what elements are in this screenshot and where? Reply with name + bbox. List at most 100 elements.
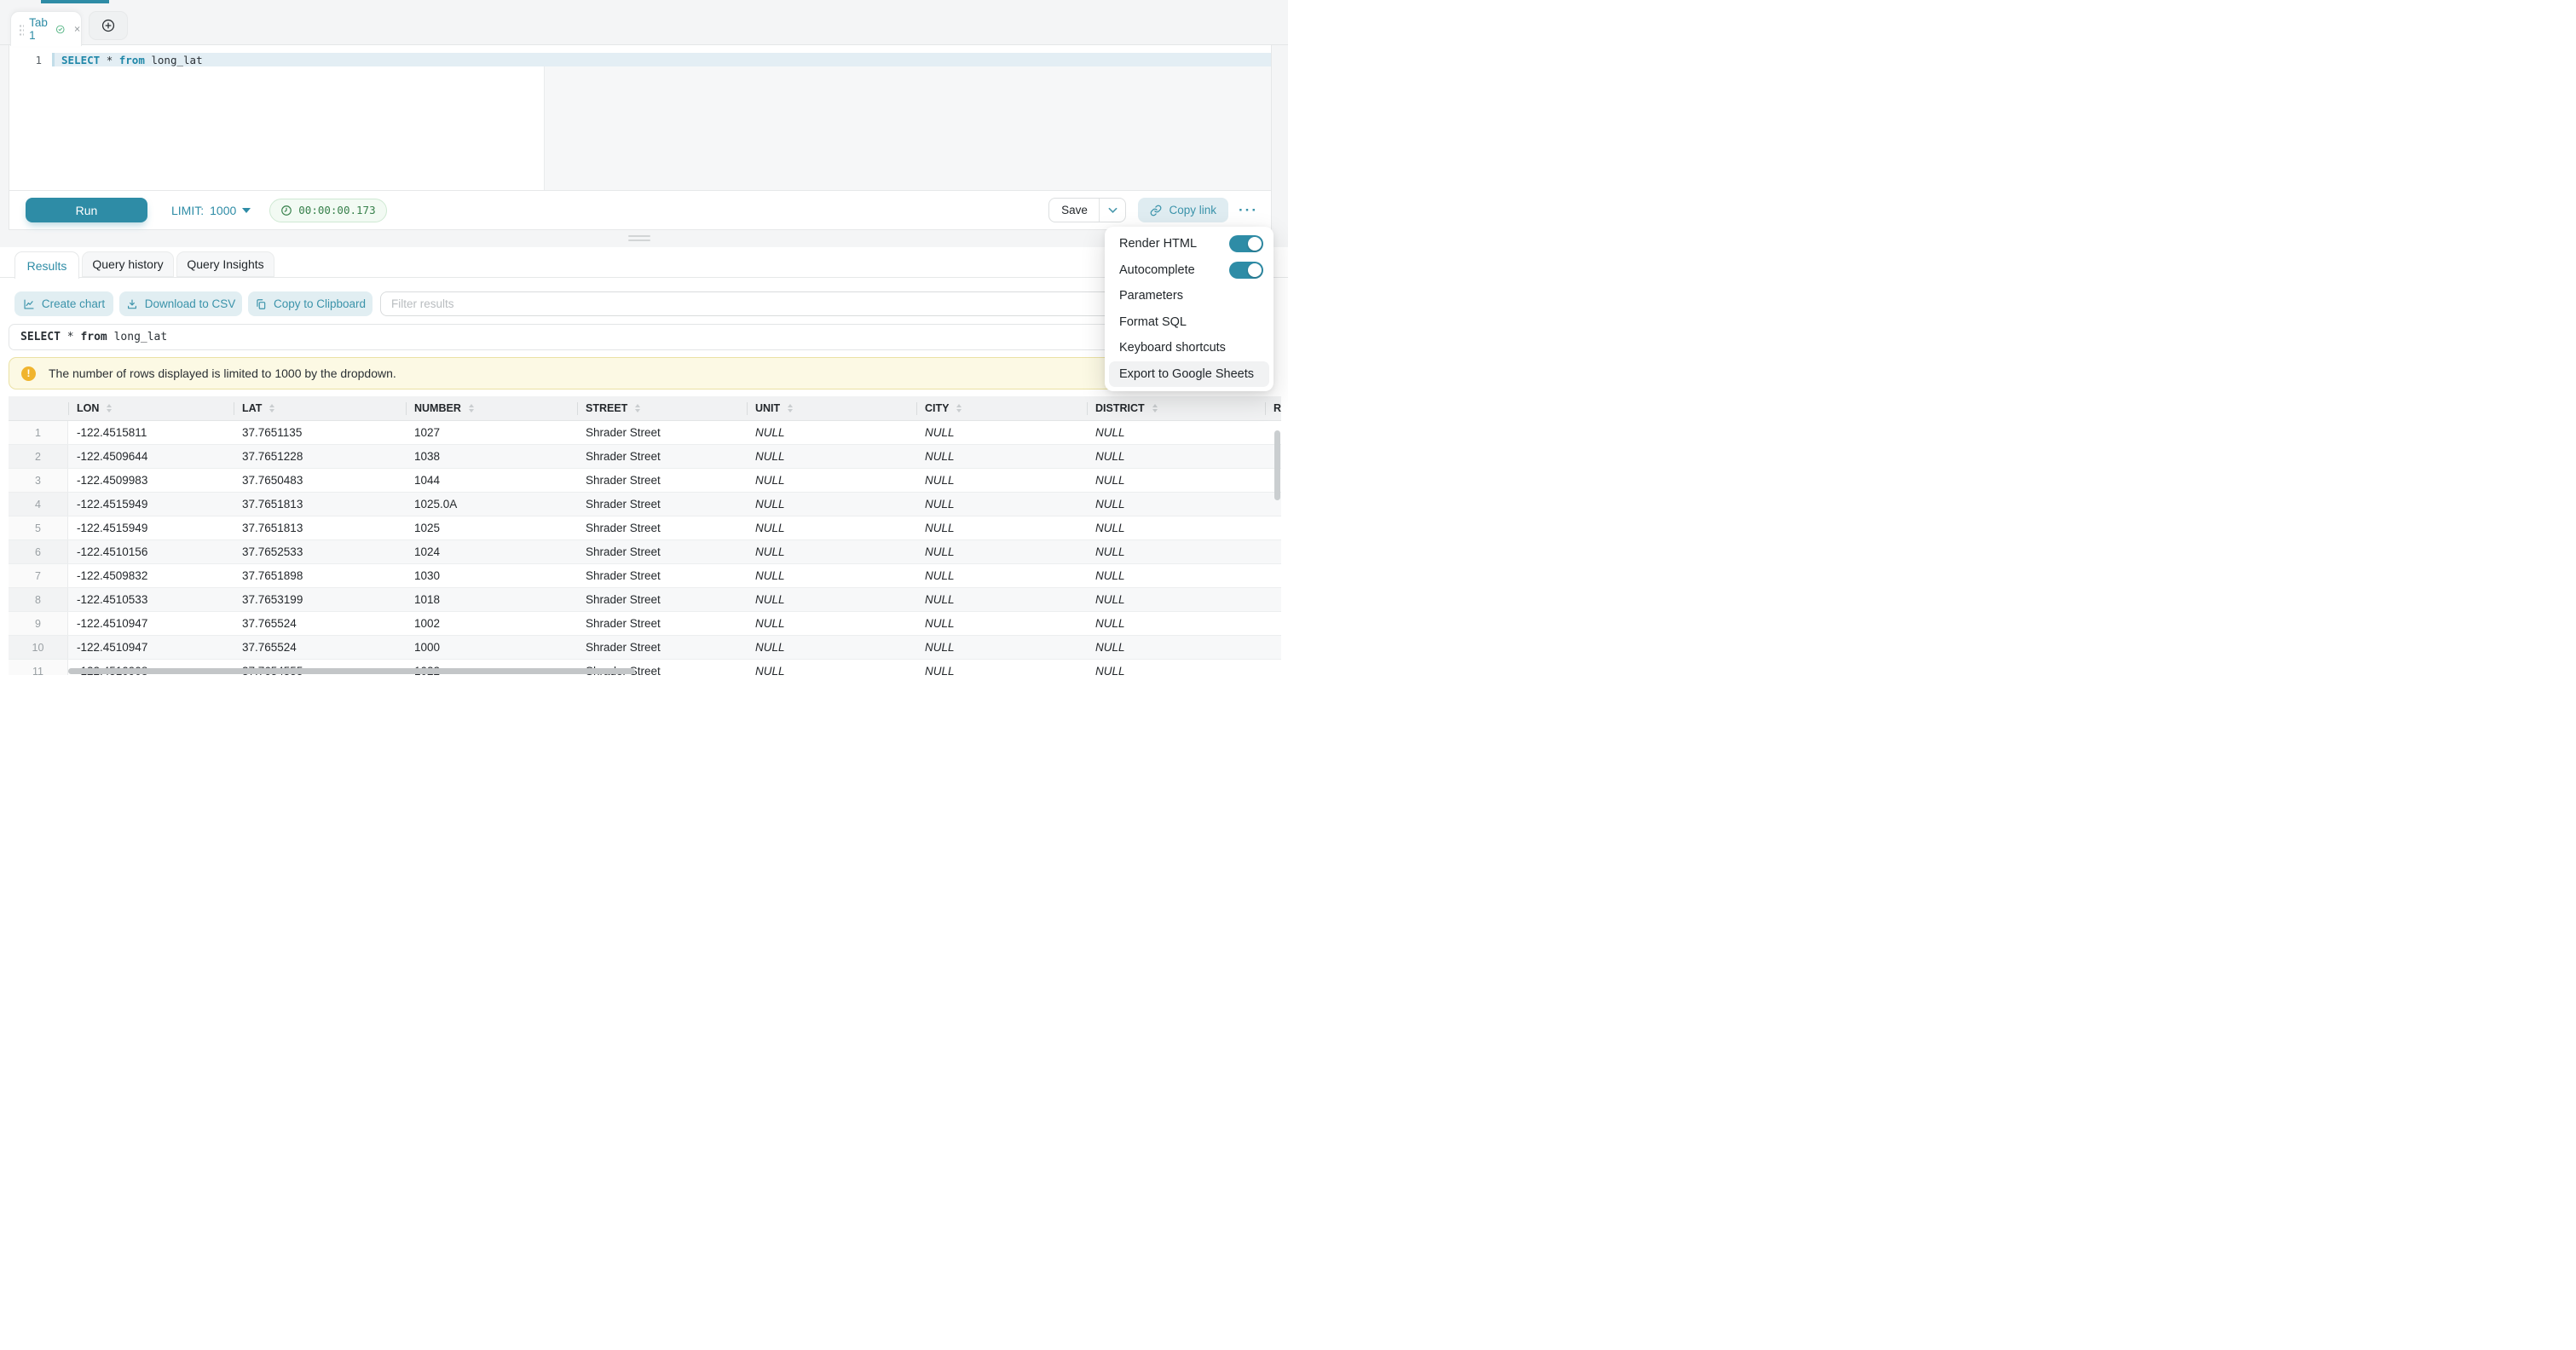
table-cell: 1024 bbox=[406, 540, 577, 563]
column-header-lon[interactable]: LON bbox=[68, 396, 234, 420]
check-circle-icon bbox=[55, 23, 65, 36]
sort-arrows-icon[interactable] bbox=[788, 404, 793, 412]
column-header-re[interactable]: RE bbox=[1265, 396, 1281, 420]
tab-query-history[interactable]: Query history bbox=[82, 251, 174, 277]
table-cell: Shrader Street bbox=[577, 540, 747, 563]
toggle-render-html-on[interactable] bbox=[1229, 235, 1263, 252]
menu-item-label: Export to Google Sheets bbox=[1119, 367, 1254, 381]
sort-arrows-icon[interactable] bbox=[956, 404, 962, 412]
column-header-unit[interactable]: UNIT bbox=[747, 396, 916, 420]
menu-item-parameters[interactable]: Parameters bbox=[1105, 283, 1274, 309]
column-header-label: DISTRICT bbox=[1095, 402, 1145, 414]
table-cell: 1000 bbox=[406, 636, 577, 659]
table-cell: NULL bbox=[1087, 636, 1265, 659]
table-cell: 37.7651813 bbox=[234, 493, 406, 516]
limit-value: 1000 bbox=[210, 204, 236, 217]
clipboard-icon bbox=[255, 298, 267, 310]
table-cell: NULL bbox=[1087, 493, 1265, 516]
create-chart-label: Create chart bbox=[42, 297, 105, 310]
table-cell: 37.7651135 bbox=[234, 421, 406, 444]
table-cell: NULL bbox=[747, 445, 916, 468]
toggle-autocomplete-on[interactable] bbox=[1229, 262, 1263, 279]
row-number-cell: 1 bbox=[9, 421, 68, 444]
save-options-button[interactable] bbox=[1100, 199, 1125, 222]
table-cell: 1044 bbox=[406, 469, 577, 492]
more-options-button[interactable]: ··· bbox=[1239, 202, 1258, 219]
save-button[interactable]: Save bbox=[1049, 199, 1100, 222]
header-row-number bbox=[9, 396, 68, 420]
sql-token-keyword: from bbox=[119, 54, 145, 66]
warning-icon: ! bbox=[21, 366, 36, 381]
sort-arrows-icon[interactable] bbox=[469, 404, 474, 412]
pane-resize-handle[interactable] bbox=[628, 235, 650, 244]
table-row[interactable]: 9-122.451094737.7655241002Shrader Street… bbox=[9, 612, 1281, 636]
download-icon bbox=[126, 298, 138, 310]
table-cell: NULL bbox=[747, 660, 916, 675]
download-csv-button[interactable]: Download to CSV bbox=[119, 291, 242, 316]
close-icon[interactable] bbox=[73, 24, 81, 34]
menu-item-keyboard-shortcuts[interactable]: Keyboard shortcuts bbox=[1105, 335, 1274, 361]
table-cell bbox=[1265, 564, 1281, 587]
table-cell: NULL bbox=[747, 540, 916, 563]
column-header-lat[interactable]: LAT bbox=[234, 396, 406, 420]
table-cell: NULL bbox=[747, 564, 916, 587]
table-cell: Shrader Street bbox=[577, 636, 747, 659]
tab-query-insights[interactable]: Query Insights bbox=[176, 251, 274, 277]
table-row[interactable]: 4-122.451594937.76518131025.0AShrader St… bbox=[9, 493, 1281, 516]
menu-item-autocomplete[interactable]: Autocomplete bbox=[1105, 257, 1274, 284]
table-cell: NULL bbox=[1087, 445, 1265, 468]
sql-editor[interactable]: 1 SELECT * from long_lat Run LIMIT: 1000… bbox=[9, 45, 1272, 230]
column-header-district[interactable]: DISTRICT bbox=[1087, 396, 1265, 420]
menu-item-export-to-google-sheets[interactable]: Export to Google Sheets bbox=[1109, 361, 1269, 388]
sort-arrows-icon[interactable] bbox=[107, 404, 112, 412]
copy-clipboard-button[interactable]: Copy to Clipboard bbox=[248, 291, 373, 316]
table-row[interactable]: 1-122.451581137.76511351027Shrader Stree… bbox=[9, 421, 1281, 445]
table-row[interactable]: 6-122.451015637.76525331024Shrader Stree… bbox=[9, 540, 1281, 564]
new-tab-button[interactable] bbox=[89, 11, 128, 40]
column-header-label: NUMBER bbox=[414, 402, 461, 414]
limit-dropdown[interactable]: LIMIT: 1000 bbox=[171, 204, 251, 217]
tab-tab1[interactable]: Tab 1 bbox=[10, 11, 82, 46]
row-number-cell: 8 bbox=[9, 588, 68, 611]
table-cell: NULL bbox=[916, 636, 1087, 659]
sort-arrows-icon[interactable] bbox=[635, 404, 640, 412]
table-cell: Shrader Street bbox=[577, 612, 747, 635]
sort-arrows-icon[interactable] bbox=[269, 404, 274, 412]
vertical-scrollbar[interactable] bbox=[1274, 430, 1280, 500]
table-row[interactable]: 5-122.451594937.76518131025Shrader Stree… bbox=[9, 516, 1281, 540]
table-cell: 1030 bbox=[406, 564, 577, 587]
menu-item-format-sql[interactable]: Format SQL bbox=[1105, 309, 1274, 336]
table-cell bbox=[1265, 612, 1281, 635]
run-button[interactable]: Run bbox=[26, 198, 147, 222]
table-row[interactable]: 8-122.451053337.76531991018Shrader Stree… bbox=[9, 588, 1281, 612]
sql-token-keyword: from bbox=[80, 331, 107, 343]
drag-handle-icon[interactable] bbox=[19, 23, 24, 36]
table-row[interactable]: 3-122.450998337.76504831044Shrader Stree… bbox=[9, 469, 1281, 493]
tab-results[interactable]: Results bbox=[14, 251, 79, 279]
copy-link-button[interactable]: Copy link bbox=[1138, 198, 1228, 222]
column-header-label: CITY bbox=[925, 402, 949, 414]
table-cell: NULL bbox=[1087, 612, 1265, 635]
editor-ruler-zone bbox=[544, 66, 1271, 190]
chart-icon bbox=[23, 298, 35, 310]
row-number-cell: 9 bbox=[9, 612, 68, 635]
table-row[interactable]: 7-122.450983237.76518981030Shrader Stree… bbox=[9, 564, 1281, 588]
horizontal-scrollbar[interactable] bbox=[68, 668, 635, 674]
column-header-number[interactable]: NUMBER bbox=[406, 396, 577, 420]
column-header-city[interactable]: CITY bbox=[916, 396, 1087, 420]
sort-arrows-icon[interactable] bbox=[1152, 404, 1158, 412]
table-cell: Shrader Street bbox=[577, 493, 747, 516]
sql-token-plain: * bbox=[67, 331, 81, 343]
table-cell: 1018 bbox=[406, 588, 577, 611]
table-cell: Shrader Street bbox=[577, 564, 747, 587]
table-row[interactable]: 2-122.450964437.76512281038Shrader Stree… bbox=[9, 445, 1281, 469]
table-cell: Shrader Street bbox=[577, 421, 747, 444]
limit-label: LIMIT: bbox=[171, 204, 204, 217]
table-row[interactable]: 10-122.451094737.7655241000Shrader Stree… bbox=[9, 636, 1281, 660]
create-chart-button[interactable]: Create chart bbox=[14, 291, 113, 316]
table-cell: 37.765524 bbox=[234, 636, 406, 659]
editor-code-line[interactable]: SELECT * from long_lat bbox=[52, 53, 1271, 66]
column-header-street[interactable]: STREET bbox=[577, 396, 747, 420]
menu-item-render-html[interactable]: Render HTML bbox=[1105, 231, 1274, 257]
table-body: 1-122.451581137.76511351027Shrader Stree… bbox=[9, 421, 1281, 675]
